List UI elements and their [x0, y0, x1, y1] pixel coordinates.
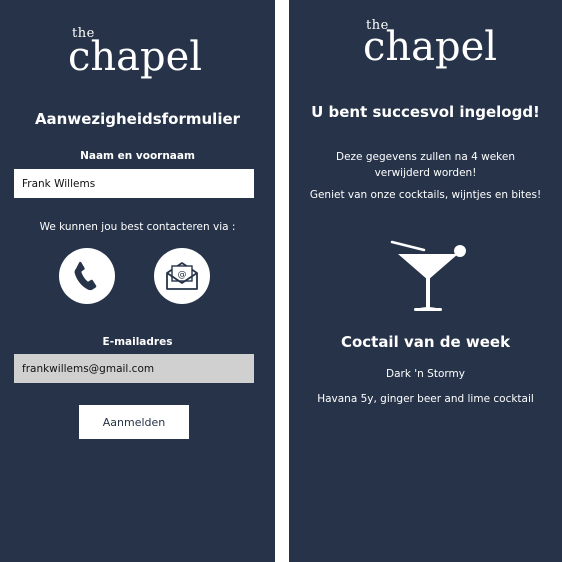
- cocktail-name: Dark 'n Stormy: [386, 368, 465, 380]
- name-label: Naam en voornaam: [80, 150, 195, 162]
- login-panel: the chapel Aanwezigheidsformulier Naam e…: [0, 0, 275, 562]
- submit-button[interactable]: Aanmelden: [79, 405, 189, 439]
- enjoy-text: Geniet van onze cocktails, wijntjes en b…: [309, 189, 542, 201]
- success-title: U bent succesvol ingelogd!: [311, 103, 540, 121]
- svg-text:@: @: [178, 270, 187, 280]
- email-input[interactable]: [14, 354, 254, 383]
- cocktail-description: Havana 5y, ginger beer and lime cocktail: [317, 393, 534, 405]
- contact-prompt: We kunnen jou best contacteren via :: [39, 221, 236, 233]
- logo-main-text: chapel: [68, 34, 203, 80]
- chapel-logo: the chapel: [0, 18, 275, 88]
- phone-icon: [74, 261, 97, 291]
- logo-main-text: chapel: [363, 24, 498, 70]
- email-contact-button[interactable]: @: [154, 248, 210, 304]
- envelope-at-icon: @: [166, 262, 198, 290]
- retention-notice: Deze gegevens zullen na 4 weken verwijde…: [335, 151, 515, 179]
- page-title: Aanwezigheidsformulier: [34, 110, 241, 128]
- name-input[interactable]: [14, 169, 254, 198]
- cocktail-glass-icon: [390, 240, 466, 311]
- email-label: E-mailadres: [102, 336, 173, 348]
- phone-contact-button[interactable]: [59, 248, 115, 304]
- cocktail-heading: Coctail van de week: [340, 333, 511, 351]
- chapel-logo: the chapel: [289, 12, 562, 82]
